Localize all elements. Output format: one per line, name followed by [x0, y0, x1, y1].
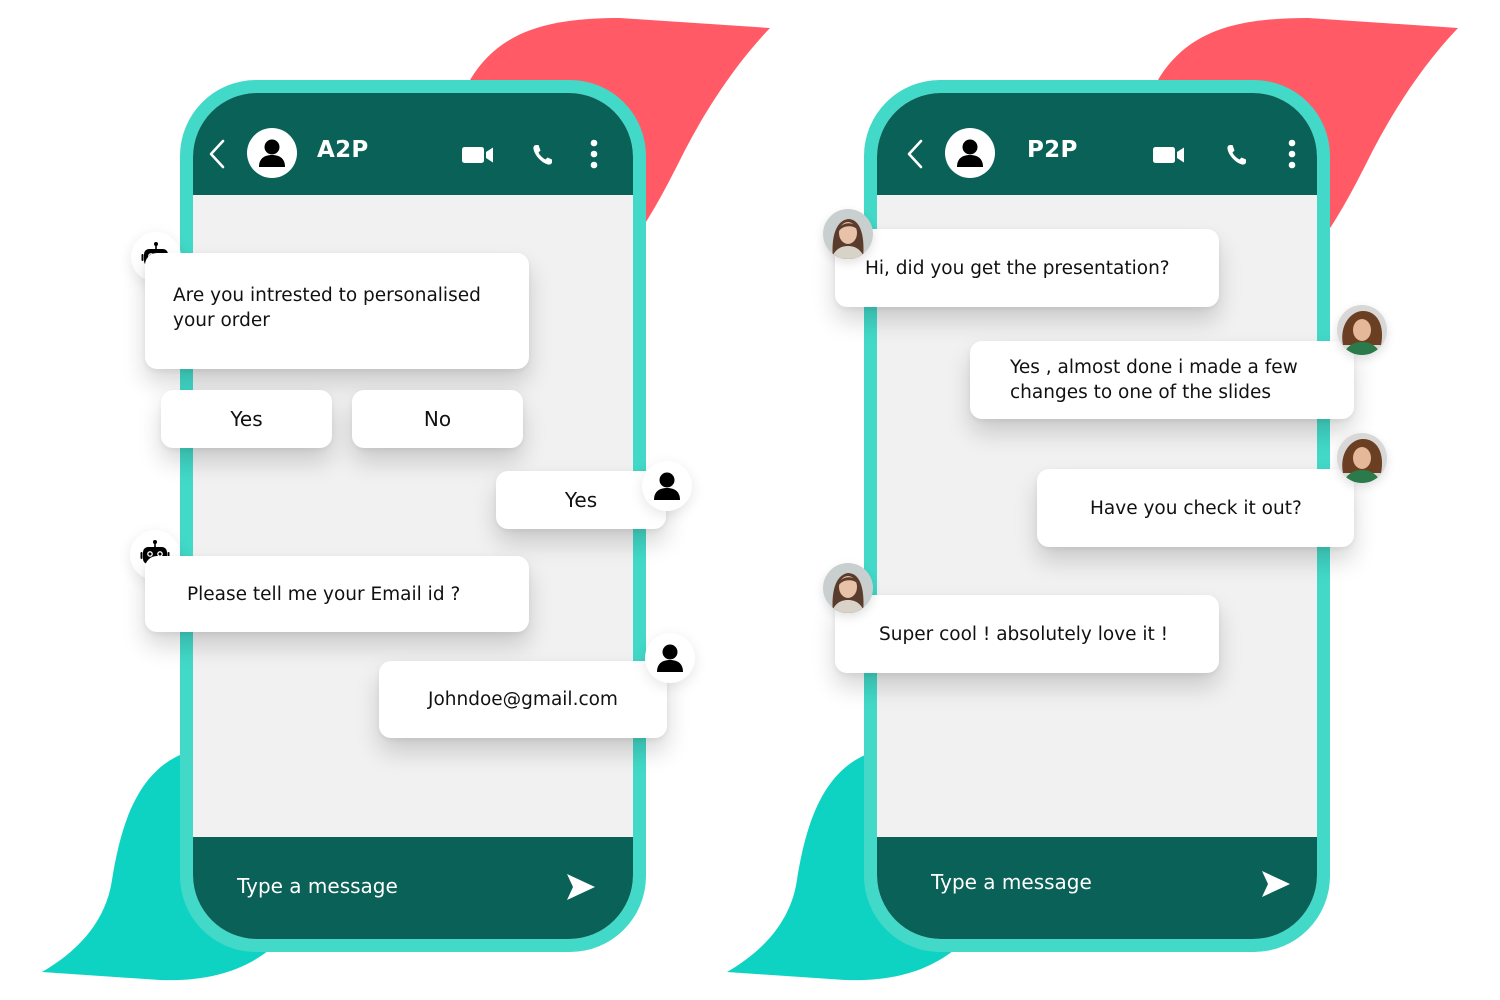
- message-composer: [877, 837, 1317, 939]
- send-icon[interactable]: [566, 873, 596, 901]
- contact-message-bubble: Hi, did you get the presentation?: [835, 229, 1219, 307]
- curly-hair-woman-photo-avatar: [1337, 305, 1387, 355]
- bot-message-bubble: Are you intrested to personalised your o…: [145, 253, 529, 369]
- phone-call-icon[interactable]: [531, 143, 555, 167]
- user-message-bubble: Yes: [496, 471, 666, 529]
- chat-header: A2P: [193, 93, 633, 195]
- message-text: Are you intrested to personalised your o…: [173, 285, 481, 331]
- message-text: Johndoe@gmail.com: [428, 689, 618, 710]
- user-icon: [259, 139, 285, 167]
- quick-reply-yes-button[interactable]: Yes: [161, 390, 332, 448]
- curly-woman-photo-icon: [1337, 433, 1387, 483]
- message-text: Have you check it out?: [1090, 497, 1302, 519]
- contact-avatar[interactable]: [247, 128, 297, 178]
- video-call-icon[interactable]: [462, 146, 494, 164]
- woman-photo-avatar: [823, 563, 873, 613]
- message-text: Super cool ! absolutely love it !: [879, 623, 1169, 645]
- quick-reply-label: No: [423, 406, 452, 431]
- woman-photo-icon: [823, 209, 873, 259]
- user-avatar: [645, 633, 695, 683]
- message-composer: [193, 837, 633, 939]
- chat-title: P2P: [1027, 137, 1078, 163]
- bot-message-bubble: Please tell me your Email id ?: [145, 556, 529, 632]
- message-text: Please tell me your Email id ?: [187, 583, 461, 605]
- send-icon[interactable]: [1261, 870, 1291, 898]
- message-text: Yes , almost done i made a few changes t…: [1010, 357, 1298, 403]
- back-icon[interactable]: [905, 138, 925, 170]
- contact-message-bubble: Super cool ! absolutely love it !: [835, 595, 1219, 673]
- user-icon: [657, 644, 683, 672]
- quick-reply-label: Yes: [230, 406, 263, 431]
- video-call-icon[interactable]: [1153, 146, 1185, 164]
- my-message-bubble: Yes , almost done i made a few changes t…: [970, 341, 1354, 419]
- user-message-bubble: Johndoe@gmail.com: [379, 661, 667, 738]
- more-options-icon[interactable]: [590, 139, 598, 169]
- message-text: Hi, did you get the presentation?: [865, 257, 1170, 279]
- my-message-bubble: Have you check it out?: [1037, 469, 1354, 547]
- user-icon: [654, 472, 680, 500]
- curly-woman-photo-icon: [1337, 305, 1387, 355]
- message-text: Yes: [564, 487, 598, 512]
- curly-hair-woman-photo-avatar: [1337, 433, 1387, 483]
- more-options-icon[interactable]: [1288, 139, 1296, 169]
- contact-avatar[interactable]: [945, 128, 995, 178]
- user-avatar: [642, 461, 692, 511]
- chat-header: P2P: [877, 93, 1317, 195]
- message-input[interactable]: [931, 867, 1231, 897]
- user-icon: [957, 139, 983, 167]
- back-icon[interactable]: [207, 138, 227, 170]
- woman-photo-avatar: [823, 209, 873, 259]
- quick-reply-no-button[interactable]: No: [352, 390, 523, 448]
- phone-call-icon[interactable]: [1225, 143, 1249, 167]
- message-input[interactable]: [237, 871, 537, 901]
- chat-title: A2P: [317, 137, 369, 163]
- woman-photo-icon: [823, 563, 873, 613]
